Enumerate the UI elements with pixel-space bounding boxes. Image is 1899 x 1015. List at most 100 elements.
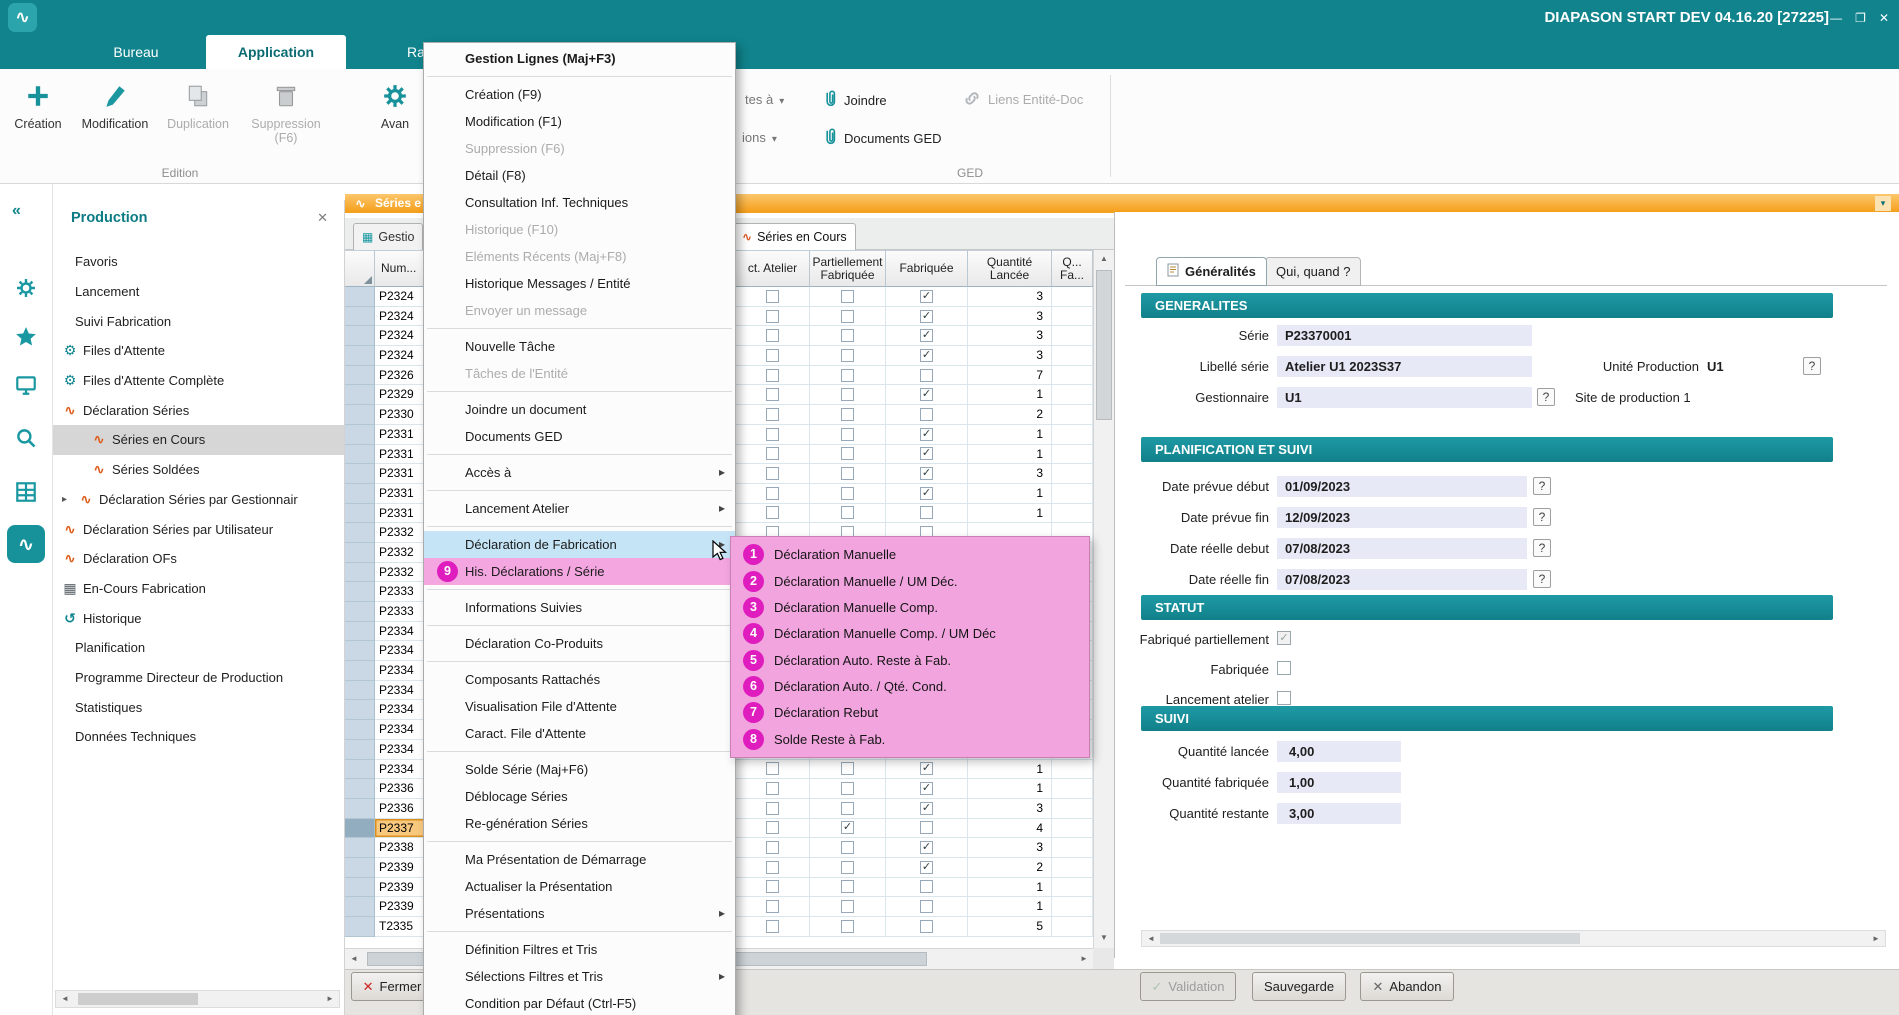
- quantite-field[interactable]: 4,00: [1277, 741, 1401, 762]
- menu-item[interactable]: Définition Filtres et Tris: [424, 936, 735, 963]
- cell-affect-atelier[interactable]: [736, 326, 810, 346]
- tree-item[interactable]: Statistiques: [53, 692, 344, 722]
- cell-affect-atelier[interactable]: [736, 287, 810, 307]
- help-button[interactable]: [1533, 508, 1551, 526]
- tree-item[interactable]: Planification: [53, 633, 344, 663]
- menu-item[interactable]: Nouvelle Tâche: [424, 333, 735, 360]
- cell-fabriquee[interactable]: [886, 917, 968, 937]
- menu-item[interactable]: Déblocage Séries: [424, 783, 735, 810]
- cell-fabriquee[interactable]: [886, 838, 968, 858]
- cell-fabriquee[interactable]: [886, 878, 968, 898]
- checkbox[interactable]: [766, 447, 779, 460]
- cell-partiellement-fabriquee[interactable]: [810, 405, 886, 425]
- quantite-field[interactable]: 1,00: [1277, 772, 1401, 793]
- scroll-right-icon[interactable]: [1075, 951, 1093, 967]
- cell-fabriquee[interactable]: [886, 464, 968, 484]
- cell-affect-atelier[interactable]: [736, 307, 810, 327]
- cell-affect-atelier[interactable]: [736, 445, 810, 465]
- cell-affect-atelier[interactable]: [736, 858, 810, 878]
- cell-fabriquee[interactable]: [886, 425, 968, 445]
- tree-item[interactable]: Files d'Attente: [53, 336, 344, 366]
- checkbox[interactable]: [920, 428, 933, 441]
- submenu-item[interactable]: 3 Déclaration Manuelle Comp.: [731, 597, 1089, 618]
- checkbox[interactable]: [920, 762, 933, 775]
- cell-fabriquee[interactable]: [886, 799, 968, 819]
- menu-item[interactable]: Accès à: [424, 459, 735, 486]
- tree-item[interactable]: Lancement: [53, 277, 344, 307]
- cell-partiellement-fabriquee[interactable]: [810, 858, 886, 878]
- row-selector[interactable]: [345, 504, 375, 524]
- row-selector[interactable]: [345, 543, 375, 563]
- row-selector[interactable]: [345, 326, 375, 346]
- checkbox[interactable]: [1277, 661, 1291, 675]
- tab-generalites[interactable]: Généralités: [1156, 257, 1267, 286]
- menu-item[interactable]: Déclaration Co-Produits: [424, 630, 735, 657]
- cell-partiellement-fabriquee[interactable]: [810, 287, 886, 307]
- checkbox[interactable]: [841, 802, 854, 815]
- menu-item[interactable]: Déclaration de Fabrication: [424, 531, 735, 558]
- cell-partiellement-fabriquee[interactable]: [810, 819, 886, 839]
- row-selector[interactable]: [345, 366, 375, 386]
- checkbox[interactable]: [766, 290, 779, 303]
- menu-item[interactable]: Modification (F1): [424, 108, 735, 135]
- scrollbar-thumb[interactable]: [78, 993, 198, 1005]
- cell-partiellement-fabriquee[interactable]: [810, 464, 886, 484]
- checkbox[interactable]: [841, 880, 854, 893]
- menu-item[interactable]: Suppression (F6): [424, 135, 735, 162]
- tree-item[interactable]: Déclaration Séries par Gestionnair: [53, 485, 344, 515]
- row-selector[interactable]: [345, 740, 375, 760]
- search-icon[interactable]: [14, 426, 38, 450]
- menu-item[interactable]: Ma Présentation de Démarrage: [424, 846, 735, 873]
- cell-affect-atelier[interactable]: [736, 504, 810, 524]
- checkbox[interactable]: [766, 388, 779, 401]
- tab-gestion[interactable]: Gestio: [353, 223, 423, 250]
- checkbox[interactable]: [841, 900, 854, 913]
- cell-fabriquee[interactable]: [886, 307, 968, 327]
- checkbox[interactable]: [841, 762, 854, 775]
- row-selector[interactable]: [345, 563, 375, 583]
- star-icon[interactable]: [14, 325, 38, 349]
- checkbox[interactable]: [841, 861, 854, 874]
- production-module-icon[interactable]: [7, 525, 45, 563]
- gestionnaire-field[interactable]: U1: [1277, 387, 1532, 408]
- submenu-item[interactable]: 7 Déclaration Rebut: [731, 702, 1089, 723]
- cell-affect-atelier[interactable]: [736, 897, 810, 917]
- cell-affect-atelier[interactable]: [736, 385, 810, 405]
- checkbox[interactable]: [920, 329, 933, 342]
- help-button[interactable]: [1537, 388, 1555, 406]
- grid-v-scrollbar[interactable]: [1093, 250, 1114, 948]
- unite-production-value[interactable]: U1: [1707, 356, 1724, 377]
- checkbox[interactable]: [766, 487, 779, 500]
- cell-partiellement-fabriquee[interactable]: [810, 366, 886, 386]
- checkbox[interactable]: [1277, 691, 1291, 705]
- scroll-left-icon[interactable]: [345, 951, 363, 967]
- cell-affect-atelier[interactable]: [736, 484, 810, 504]
- checkbox[interactable]: [920, 802, 933, 815]
- menu-item[interactable]: Solde Série (Maj+F6): [424, 756, 735, 783]
- col-header-quantite-fabriquee[interactable]: Q...Fa...: [1052, 250, 1093, 287]
- tree-item[interactable]: Files d'Attente Complète: [53, 366, 344, 396]
- quantite-field[interactable]: 3,00: [1277, 803, 1401, 824]
- cell-affect-atelier[interactable]: [736, 425, 810, 445]
- checkbox[interactable]: [766, 762, 779, 775]
- checkbox[interactable]: [766, 841, 779, 854]
- scrollbar-thumb[interactable]: [1160, 933, 1580, 944]
- checkbox[interactable]: [841, 821, 854, 834]
- date-field[interactable]: 01/09/2023: [1277, 476, 1527, 497]
- tree-item[interactable]: Données Techniques: [53, 722, 344, 752]
- close-icon[interactable]: [317, 210, 328, 226]
- scroll-up-icon[interactable]: [1095, 251, 1113, 267]
- cell-fabriquee[interactable]: [886, 405, 968, 425]
- corner-cell[interactable]: [345, 250, 375, 287]
- menu-item[interactable]: Informations Suivies: [424, 594, 735, 621]
- cell-partiellement-fabriquee[interactable]: [810, 445, 886, 465]
- cell-fabriquee[interactable]: [886, 346, 968, 366]
- cell-partiellement-fabriquee[interactable]: [810, 779, 886, 799]
- cell-partiellement-fabriquee[interactable]: [810, 484, 886, 504]
- checkbox[interactable]: [841, 920, 854, 933]
- row-selector[interactable]: [345, 287, 375, 307]
- cell-fabriquee[interactable]: [886, 779, 968, 799]
- row-selector[interactable]: [345, 385, 375, 405]
- scroll-left-icon[interactable]: [56, 991, 74, 1007]
- panel-h-scrollbar[interactable]: [1141, 930, 1886, 947]
